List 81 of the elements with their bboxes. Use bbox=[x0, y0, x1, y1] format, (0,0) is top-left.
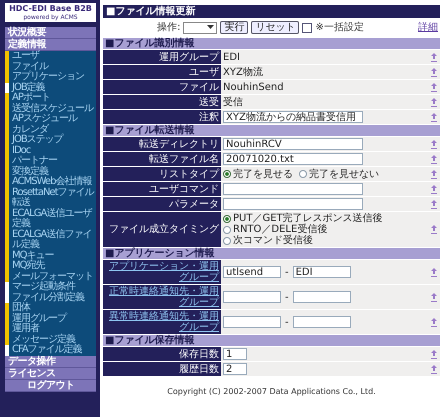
radio-label: RNTO／DELE受信後 bbox=[233, 224, 328, 235]
operation-label: 操作: bbox=[157, 22, 180, 33]
up-arrow-icon[interactable] bbox=[431, 52, 437, 62]
field-value: XYZ物流 bbox=[223, 66, 263, 78]
field-label: 送受 bbox=[199, 96, 219, 108]
radio-label: 完了を見せる bbox=[233, 168, 293, 180]
field-value: EDI bbox=[223, 52, 240, 62]
menu-header[interactable]: ライセンス bbox=[5, 368, 96, 380]
action-button[interactable]: リセット bbox=[251, 21, 300, 34]
up-arrow-icon[interactable] bbox=[431, 82, 437, 92]
up-arrow-icon[interactable] bbox=[431, 68, 437, 76]
page-title: ■ファイル情報更新 bbox=[103, 5, 440, 18]
text-field[interactable] bbox=[223, 198, 363, 210]
detail-link[interactable]: 詳細 bbox=[418, 22, 440, 33]
up-arrow-icon[interactable] bbox=[431, 364, 437, 374]
action-button[interactable]: 実行 bbox=[220, 21, 248, 34]
bulk-checkbox[interactable] bbox=[302, 22, 312, 32]
field-label: ユーザコマンド bbox=[149, 184, 219, 194]
field-label: 転送ディレクトリ bbox=[139, 138, 219, 150]
field-label: ファイル bbox=[179, 82, 219, 92]
logout-button[interactable]: ログアウト bbox=[5, 380, 96, 392]
field-label: 転送ファイル名 bbox=[149, 154, 219, 164]
up-arrow-icon[interactable] bbox=[431, 112, 437, 122]
text-field[interactable] bbox=[223, 291, 281, 303]
text-field[interactable]: utlsend bbox=[223, 266, 281, 278]
dropdown-arrow-icon bbox=[207, 25, 214, 30]
text-field[interactable]: 2 bbox=[223, 363, 247, 375]
section-header: ■アプリケーション情報 bbox=[103, 247, 440, 259]
up-arrow-icon[interactable] bbox=[431, 140, 437, 148]
up-arrow-icon[interactable] bbox=[431, 225, 437, 234]
field-value: 受信 bbox=[223, 96, 243, 108]
menu-header[interactable]: データ操作 bbox=[5, 356, 96, 368]
field-link[interactable]: 異常時連絡通知先・運用グループ bbox=[105, 311, 219, 333]
text-field[interactable] bbox=[223, 316, 281, 328]
section-header: ■ファイル転送情報 bbox=[103, 124, 440, 136]
text-field[interactable]: NouhinRCV bbox=[223, 138, 363, 150]
radio-label: PUT／GET完了レスポンス送信後 bbox=[233, 213, 383, 224]
up-arrow-icon[interactable] bbox=[431, 350, 437, 358]
up-arrow-icon[interactable] bbox=[431, 292, 437, 302]
text-field[interactable]: 20071020.txt bbox=[223, 153, 363, 165]
text-field[interactable] bbox=[292, 316, 351, 328]
menu-header[interactable]: 状況概要 bbox=[5, 27, 96, 39]
operation-select[interactable] bbox=[183, 22, 218, 34]
section-header: ■ファイル保存情報 bbox=[103, 334, 440, 346]
menu-header[interactable]: 定義情報 bbox=[5, 39, 96, 51]
radio-button[interactable] bbox=[223, 226, 231, 234]
radio-button[interactable] bbox=[223, 170, 231, 178]
field-label: 運用グループ bbox=[159, 52, 219, 62]
field-link[interactable]: 正常時連絡通知先・運用グループ bbox=[105, 286, 219, 308]
logo-title: HDC-EDI Base B2B bbox=[8, 4, 93, 14]
separator: - bbox=[284, 316, 290, 328]
field-link[interactable]: アプリケーション・運用グループ bbox=[105, 261, 219, 283]
field-label: リストタイプ bbox=[159, 168, 219, 180]
copyright: Copyright (C) 2002-2007 Data Applications Co., Ltd. bbox=[166, 386, 377, 397]
text-field[interactable]: 1 bbox=[223, 348, 247, 360]
section-header: ■ファイル識別情報 bbox=[103, 37, 440, 49]
field-value: NouhinSend bbox=[223, 82, 284, 92]
up-arrow-icon[interactable] bbox=[431, 184, 437, 194]
separator: - bbox=[284, 266, 290, 278]
radio-button[interactable] bbox=[223, 236, 231, 244]
bulk-label: ※一括設定 bbox=[315, 22, 364, 33]
text-field[interactable] bbox=[223, 183, 363, 195]
field-label: 保存日数 bbox=[179, 348, 219, 360]
radio-button[interactable] bbox=[223, 214, 231, 222]
text-field[interactable] bbox=[292, 291, 351, 303]
field-label: ファイル成立タイミング bbox=[109, 224, 219, 235]
radio-button[interactable] bbox=[299, 170, 307, 178]
up-arrow-icon[interactable] bbox=[431, 268, 437, 276]
radio-label: 次コマンド受信後 bbox=[233, 235, 313, 246]
field-label: ユーザ bbox=[189, 66, 219, 78]
up-arrow-icon[interactable] bbox=[431, 154, 437, 164]
up-arrow-icon[interactable] bbox=[431, 170, 437, 178]
field-label: パラメータ bbox=[169, 198, 219, 210]
text-field[interactable]: EDI bbox=[292, 266, 351, 278]
up-arrow-icon[interactable] bbox=[431, 200, 437, 208]
field-label: 注釈 bbox=[199, 112, 219, 122]
up-arrow-icon[interactable] bbox=[431, 318, 437, 326]
field-label: 履歴日数 bbox=[179, 364, 219, 374]
up-arrow-icon[interactable] bbox=[431, 98, 437, 106]
separator: - bbox=[284, 292, 290, 302]
radio-label: 完了を見せない bbox=[309, 168, 379, 180]
